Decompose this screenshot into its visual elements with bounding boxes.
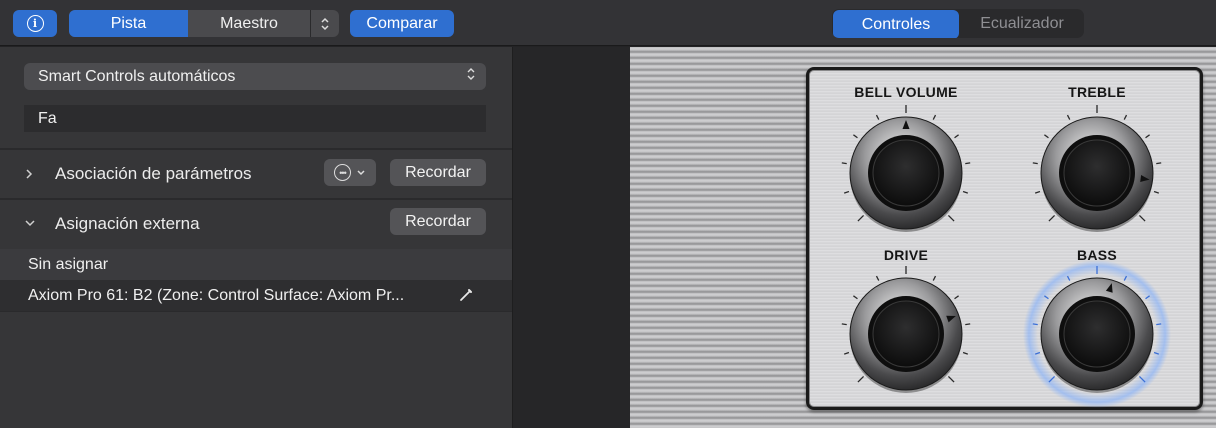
smart-controls-dropdown[interactable]: Smart Controls automáticos xyxy=(24,63,486,90)
external-assignment-recall-button[interactable]: Recordar xyxy=(390,208,486,235)
knob-cap xyxy=(872,139,940,207)
knob-cap xyxy=(1063,139,1131,207)
tab-controles[interactable]: Controles xyxy=(833,10,959,38)
name-field[interactable]: Fa xyxy=(24,105,486,132)
pencil-icon[interactable] xyxy=(458,287,474,303)
pista-segment[interactable]: Pista xyxy=(69,10,188,37)
external-assignment-section: Asignación externa Recordar xyxy=(0,200,512,248)
knob-bell-volume[interactable] xyxy=(841,105,971,232)
param-mapping-section: Asociación de parámetros ••• Recordar xyxy=(0,150,512,198)
up-down-chevron-icon[interactable] xyxy=(311,10,339,37)
knob-plate: BELL VOLUME TREBLE DRIVE BASS xyxy=(806,67,1203,410)
knobs-layer xyxy=(841,105,1171,408)
panel-gap xyxy=(512,47,630,428)
list-item[interactable]: Axiom Pro 61: B2 (Zone: Control Surface:… xyxy=(0,280,512,311)
amp-panel: BELL VOLUME TREBLE DRIVE BASS xyxy=(630,47,1216,428)
external-assignment-title[interactable]: Asignación externa xyxy=(55,214,200,234)
up-down-chevron-icon xyxy=(466,66,476,84)
knob-drive[interactable] xyxy=(841,266,971,393)
more-options-button[interactable]: ••• xyxy=(324,159,376,186)
knob-treble[interactable] xyxy=(1032,105,1162,232)
param-mapping-recall-button[interactable]: Recordar xyxy=(390,159,486,186)
divider xyxy=(0,311,512,312)
toolbar: i Pista Maestro Comparar Controles Ecual… xyxy=(0,0,1216,46)
maestro-segment[interactable]: Maestro xyxy=(188,10,311,37)
knob-cap xyxy=(872,300,940,368)
chevron-right-icon[interactable] xyxy=(24,168,34,180)
info-icon: i xyxy=(26,15,44,32)
param-mapping-title[interactable]: Asociación de parámetros xyxy=(55,164,252,184)
smart-controls-dropdown-value: Smart Controls automáticos xyxy=(38,67,236,85)
assignment-label: Axiom Pro 61: B2 (Zone: Control Surface:… xyxy=(28,286,405,304)
chevron-down-icon xyxy=(357,169,365,175)
view-segmented-control: Controles Ecualizador xyxy=(832,9,1084,38)
track-master-segmented-control: Pista Maestro xyxy=(69,10,339,37)
knob-cap xyxy=(1063,300,1131,368)
assignment-label: Sin asignar xyxy=(28,255,109,273)
chevron-down-icon[interactable] xyxy=(24,218,36,228)
compare-button[interactable]: Comparar xyxy=(350,10,454,37)
list-item[interactable]: Sin asignar xyxy=(0,249,512,280)
ellipsis-icon: ••• xyxy=(334,164,351,181)
tab-ecualizador[interactable]: Ecualizador xyxy=(960,9,1084,38)
info-button[interactable]: i xyxy=(13,10,57,37)
knob-bass[interactable] xyxy=(1023,260,1171,408)
smart-controls-inspector: Smart Controls automáticos Fa Asociación… xyxy=(0,47,512,428)
